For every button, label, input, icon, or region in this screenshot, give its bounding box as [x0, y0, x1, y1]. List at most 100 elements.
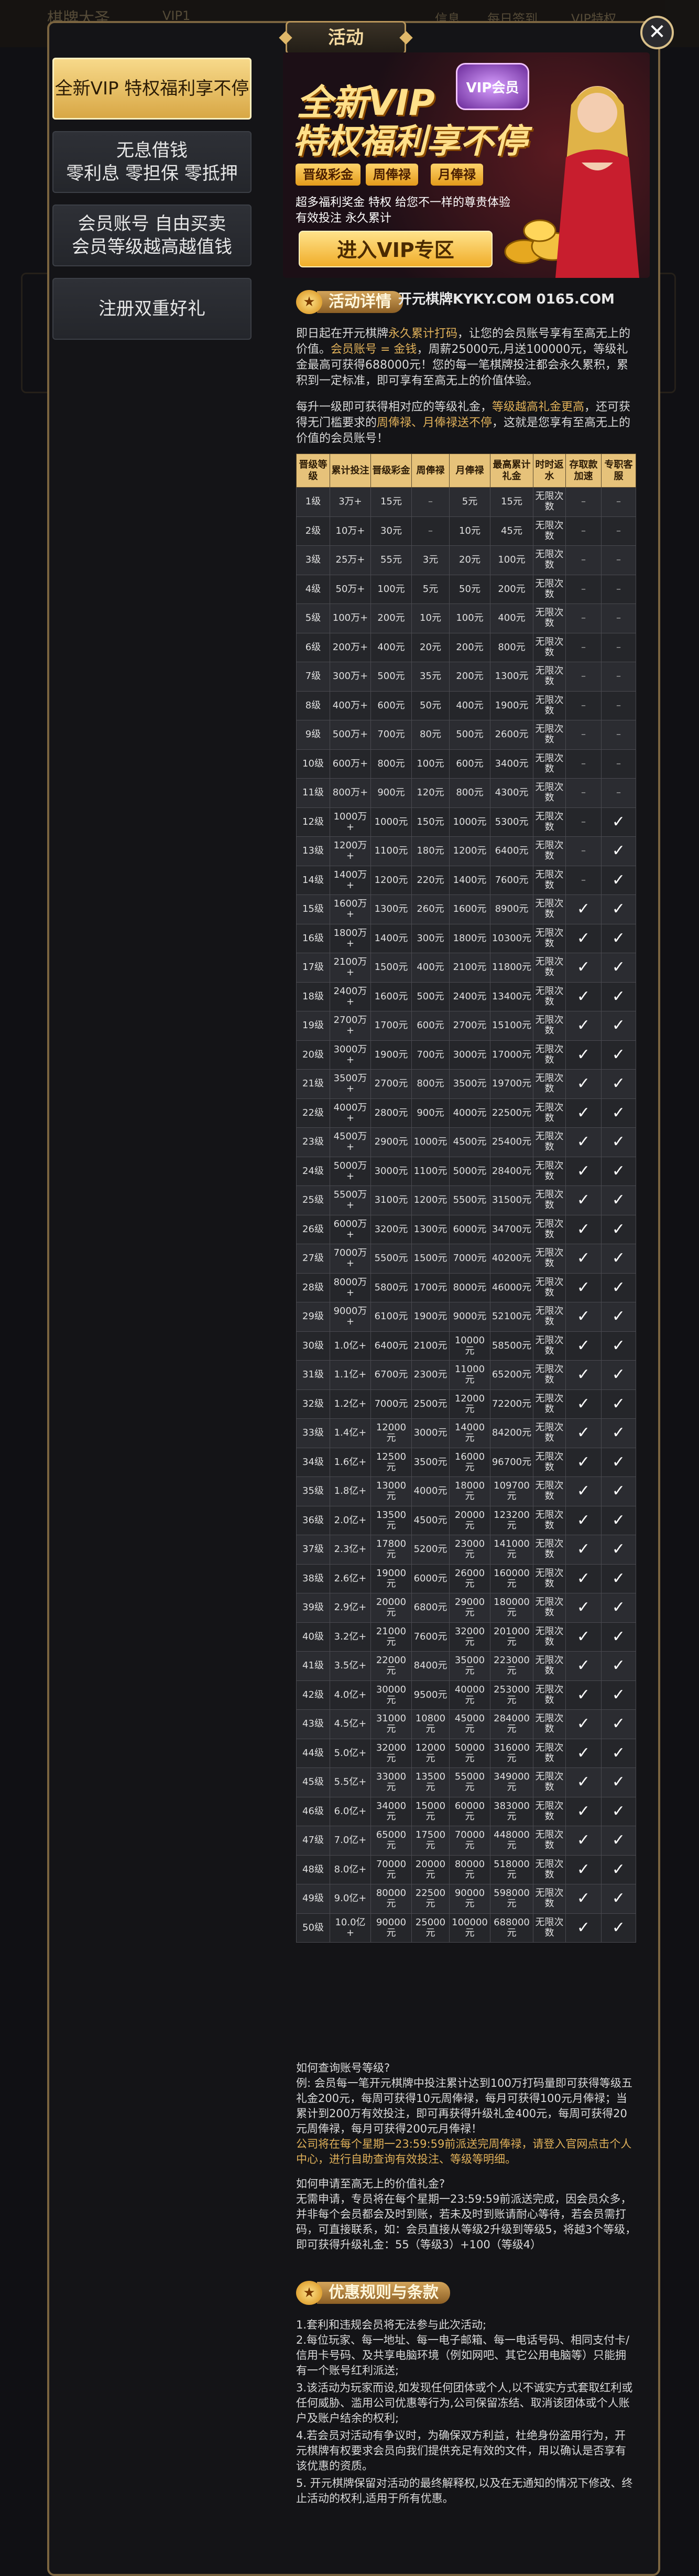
table-cell: 25000元 [411, 1913, 450, 1943]
table-cell: 无限次数 [533, 1273, 566, 1302]
table-cell: 1000元 [449, 807, 490, 837]
table-cell: 1000万+ [330, 807, 371, 837]
table-cell: 5200元 [411, 1535, 450, 1565]
table-cell: 100万+ [330, 603, 371, 633]
table-cell: 无限次数 [533, 632, 566, 662]
table-cell: – [565, 662, 602, 692]
table-cell: – [601, 720, 636, 750]
table-cell: 10元 [411, 603, 450, 633]
table-cell: 无限次数 [533, 1505, 566, 1535]
table-cell: 2900元 [370, 1127, 412, 1157]
sidebar-item-label: 全新VIP 特权福利享不停 [54, 78, 249, 99]
table-cell: 33000元 [370, 1767, 412, 1797]
table-cell: – [565, 545, 602, 575]
p1-highlight-a: 永久累计打码 [388, 327, 458, 340]
modal-title: 活动 [286, 21, 406, 55]
table-cell: ✓ [565, 1651, 602, 1681]
table-row: 16级 1800万+ 1400元 300元 1800元 10300元 无限次数 ✓ ✓ [296, 923, 636, 953]
table-cell: 34700元 [490, 1214, 533, 1244]
table-cell: 3500元 [411, 1447, 450, 1477]
table-cell: 4级 [296, 574, 330, 604]
table-cell: 36级 [296, 1505, 330, 1535]
table-cell: – [565, 574, 602, 604]
table-row: 1级 3万+ 15元 –5元 15元 无限次数 – – [296, 487, 636, 517]
table-cell: 15100元 [490, 1011, 533, 1041]
table-cell: ✓ [601, 1273, 636, 1302]
sidebar-item-account-trade[interactable]: 会员账号 自由买卖 会员等级越高越值钱 [52, 204, 252, 266]
table-cell: 70000元 [370, 1855, 412, 1884]
table-cell: 17级 [296, 953, 330, 983]
table-cell: 22级 [296, 1098, 330, 1128]
table-cell: 260元 [411, 894, 450, 924]
enter-vip-button[interactable]: 进入VIP专区 [299, 231, 493, 267]
table-cell: 无限次数 [533, 1302, 566, 1332]
table-cell: 1700元 [411, 1273, 450, 1302]
table-cell: 7000元 [449, 1244, 490, 1274]
table-cell: 18000元 [449, 1476, 490, 1506]
table-cell: 35元 [411, 662, 450, 692]
table-cell: 37级 [296, 1535, 330, 1565]
table-cell: 400万+ [330, 691, 371, 720]
table-cell: ✓ [601, 1680, 636, 1710]
table-row: 29级 9000万+ 6100元 1900元 9000元 52100元 无限次数 ✓ ✓ [296, 1302, 636, 1332]
table-cell: 1600元 [370, 982, 412, 1011]
table-cell: – [565, 749, 602, 779]
table-cell: 16级 [296, 923, 330, 953]
table-cell: 27级 [296, 1244, 330, 1274]
table-cell: 8000万+ [330, 1273, 371, 1302]
table-cell: 2100元 [449, 953, 490, 983]
table-cell: 25万+ [330, 545, 371, 575]
table-cell: 43级 [296, 1709, 330, 1739]
close-button[interactable]: ✕ [640, 16, 674, 49]
table-cell: 500元 [449, 720, 490, 750]
table-cell: 90000元 [370, 1913, 412, 1943]
table-row: 9级 500万+ 700元 80元 500元 2600元 无限次数 – – [296, 720, 636, 750]
table-cell: 20000元 [449, 1505, 490, 1535]
table-row: 22级 4000万+ 2800元 900元 4000元 22500元 无限次数 ✓ ✓ [296, 1098, 636, 1128]
table-cell: 无限次数 [533, 1389, 566, 1419]
faq-question-2: 如何申请至高无上的价值礼金? [296, 2178, 445, 2190]
table-cell: ✓ [565, 1040, 602, 1070]
table-cell: 600元 [449, 749, 490, 779]
table-cell: 4000万+ [330, 1098, 371, 1128]
table-header-cell: 专职客服 [601, 454, 636, 488]
table-cell: 2.0亿+ [330, 1505, 371, 1535]
table-header-cell: 累计投注 [330, 454, 371, 488]
table-cell: 123200元 [490, 1505, 533, 1535]
table-row: 37级 2.3亿+ 17800元 5200元 23000元 141000元 无限次数 ✓ ✓ [296, 1535, 636, 1565]
table-cell: 70000元 [449, 1826, 490, 1856]
table-cell: 80000元 [370, 1884, 412, 1914]
table-cell: ✓ [565, 1767, 602, 1797]
table-cell: 5.0亿+ [330, 1738, 371, 1768]
table-cell: 1级 [296, 487, 330, 517]
table-cell: 6400元 [490, 836, 533, 866]
table-cell: 4.5亿+ [330, 1709, 371, 1739]
table-cell: 55元 [370, 545, 412, 575]
table-cell: 15000元 [411, 1796, 450, 1826]
sidebar-item-register-gift[interactable]: 注册双重好礼 [52, 278, 252, 340]
table-cell: 48级 [296, 1855, 330, 1884]
table-cell: 无限次数 [533, 865, 566, 895]
table-cell: 44级 [296, 1738, 330, 1768]
table-cell: 3500元 [449, 1069, 490, 1099]
table-cell: 20000元 [370, 1593, 412, 1623]
sidebar-item-vip[interactable]: 全新VIP 特权福利享不停 [52, 58, 252, 120]
table-cell: 1500元 [411, 1244, 450, 1274]
table-cell: 2100万+ [330, 953, 371, 983]
table-cell: – [601, 516, 636, 546]
table-cell: 1100元 [411, 1156, 450, 1186]
table-cell: ✓ [565, 1273, 602, 1302]
table-cell: 31500元 [490, 1185, 533, 1215]
table-cell: 6级 [296, 632, 330, 662]
table-cell: 2级 [296, 516, 330, 546]
table-cell: 7级 [296, 662, 330, 692]
table-cell: – [565, 691, 602, 720]
table-cell: 22500元 [490, 1098, 533, 1128]
sidebar-item-loan[interactable]: 无息借钱 零利息 零担保 零抵押 [52, 131, 252, 193]
table-cell: 无限次数 [533, 953, 566, 983]
table-row: 8级 400万+ 600元 50元 400元 1900元 无限次数 – – [296, 691, 636, 720]
table-cell: 无限次数 [533, 1535, 566, 1565]
table-cell: 3500万+ [330, 1069, 371, 1099]
table-cell: 3元 [411, 545, 450, 575]
table-cell: 100元 [411, 749, 450, 779]
